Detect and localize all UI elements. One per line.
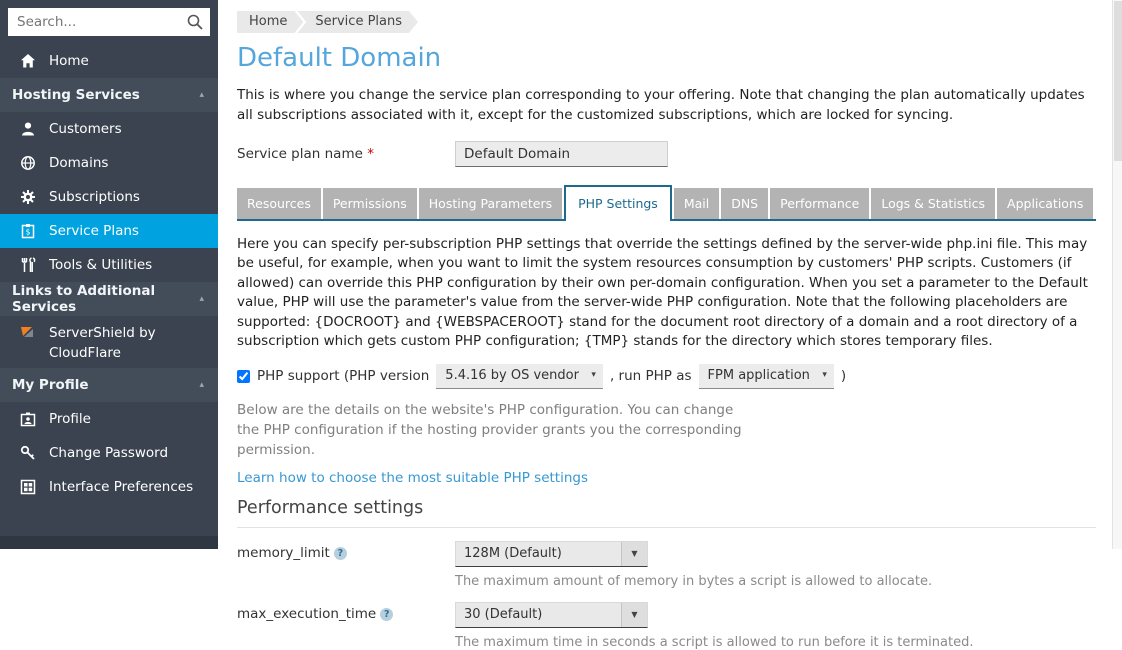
sidebar-item-label: Profile [49,411,91,427]
tab-bar: Resources Permissions Hosting Parameters… [237,185,1096,221]
max-execution-time-label: max_execution_time? [237,602,455,628]
sidebar-section-hosting-services[interactable]: Hosting Services ▴ [0,78,218,112]
sidebar-item-label: Domains [49,155,108,171]
sidebar-item-interface-preferences[interactable]: Interface Preferences [0,470,218,504]
tab-permissions[interactable]: Permissions [323,188,417,219]
help-icon[interactable]: ? [380,608,393,621]
home-icon [19,53,36,69]
chevron-down-icon[interactable]: ▼ [621,603,647,627]
memory-limit-label: memory_limit? [237,541,455,567]
sidebar-item-label: Change Password [49,445,168,461]
php-handler-select[interactable]: FPM application ▾ [699,364,834,389]
scrollbar-thumb[interactable] [1114,1,1122,161]
gear-icon [19,189,36,205]
memory-limit-combobox[interactable]: 128M (Default) ▼ [455,541,648,567]
sidebar-item-profile[interactable]: Profile [0,402,218,436]
performance-settings-heading: Performance settings [237,498,1096,528]
sidebar-item-servershield[interactable]: ServerShield by CloudFlare [0,316,218,368]
sidebar-item-label: Service Plans [49,223,139,239]
sidebar-section-my-profile[interactable]: My Profile ▴ [0,368,218,402]
search-input[interactable] [8,8,210,36]
php-settings-description: Here you can specify per-subscription PH… [237,235,1096,352]
sidebar-item-label: Home [49,53,89,69]
sidebar-item-subscriptions[interactable]: Subscriptions [0,180,218,214]
page-title: Default Domain [237,43,1096,73]
php-settings-help-link[interactable]: Learn how to choose the most suitable PH… [237,470,588,486]
max-execution-time-combobox[interactable]: 30 (Default) ▼ [455,602,648,628]
main-content: Home Service Plans Default Domain This i… [218,0,1112,549]
php-support-label: PHP support (PHP version [257,368,429,384]
run-php-as-label: , run PHP as [610,368,692,384]
tab-resources[interactable]: Resources [237,188,321,219]
tab-mail[interactable]: Mail [674,188,719,219]
globe-icon [19,155,36,171]
php-note: Below are the details on the website's P… [237,400,757,461]
sidebar-nav: Home Hosting Services ▴ Customers Domain… [0,44,218,504]
search-icon[interactable] [186,13,204,31]
collapse-icon: ▴ [199,90,204,100]
service-plan-name-label: Service plan name * [237,146,455,162]
service-plan-name-input[interactable] [455,141,668,167]
sidebar-item-domains[interactable]: Domains [0,146,218,180]
chevron-down-icon: ▾ [822,370,827,380]
profile-badge-icon [19,411,36,427]
tab-performance[interactable]: Performance [770,188,869,219]
key-icon [19,445,36,461]
tab-applications[interactable]: Applications [997,188,1093,219]
breadcrumb-home[interactable]: Home [237,11,303,33]
sidebar-item-label: Interface Preferences [49,479,193,495]
intro-text: This is where you change the service pla… [237,85,1096,126]
sidebar-item-service-plans[interactable]: $ Service Plans [0,214,218,248]
sidebar-section-additional-services[interactable]: Links to Additional Services ▴ [0,282,218,316]
chevron-down-icon[interactable]: ▼ [621,542,647,566]
php-support-row: PHP support (PHP version 5.4.16 by OS ve… [237,364,1096,389]
sidebar-footer [0,536,218,549]
sidebar: Home Hosting Services ▴ Customers Domain… [0,0,218,549]
sidebar-item-label: ServerShield by CloudFlare [49,324,208,363]
max-execution-time-setting: max_execution_time? 30 (Default) ▼ The m… [237,602,1096,650]
required-mark: * [367,146,374,162]
tab-hosting-parameters[interactable]: Hosting Parameters [419,188,562,219]
breadcrumb-service-plans[interactable]: Service Plans [297,11,418,33]
customers-icon [19,121,36,137]
sidebar-search [8,8,210,36]
tab-logs-statistics[interactable]: Logs & Statistics [871,188,995,219]
vertical-scrollbar[interactable] [1112,0,1122,549]
sidebar-item-label: Subscriptions [49,189,140,205]
svg-text:$: $ [25,228,30,237]
service-plan-name-row: Service plan name * [237,141,1096,167]
sidebar-item-home[interactable]: Home [0,44,218,78]
sidebar-item-label: Customers [49,121,122,137]
tools-icon [19,257,36,273]
tab-php-settings[interactable]: PHP Settings [564,185,672,221]
memory-limit-help-text: The maximum amount of memory in bytes a … [455,574,1096,589]
memory-limit-setting: memory_limit? 128M (Default) ▼ The maxim… [237,541,1096,589]
sidebar-item-label: Tools & Utilities [49,257,152,273]
php-support-checkbox[interactable] [237,370,250,383]
cloudflare-icon [19,324,36,340]
tab-dns[interactable]: DNS [721,188,768,219]
php-version-select[interactable]: 5.4.16 by OS vendor ▾ [436,364,603,389]
sidebar-item-customers[interactable]: Customers [0,112,218,146]
service-plans-icon: $ [19,223,36,239]
collapse-icon: ▴ [199,294,204,304]
php-support-suffix: ) [841,368,846,384]
sidebar-item-tools-utilities[interactable]: Tools & Utilities [0,248,218,282]
breadcrumb: Home Service Plans [237,11,1096,33]
chevron-down-icon: ▾ [591,370,596,380]
grid-icon [19,479,36,495]
collapse-icon: ▴ [199,380,204,390]
max-execution-time-help-text: The maximum time in seconds a script is … [455,635,1096,650]
sidebar-item-change-password[interactable]: Change Password [0,436,218,470]
